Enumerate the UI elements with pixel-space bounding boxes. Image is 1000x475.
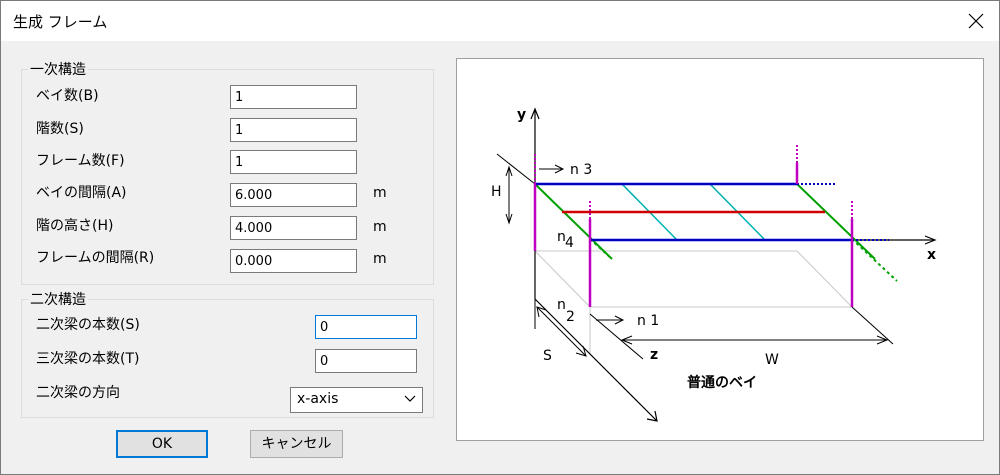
bay-spacing-unit: m xyxy=(373,185,387,201)
secondary-structure-legend: 二次構造 xyxy=(30,292,86,308)
chevron-down-icon xyxy=(404,395,416,402)
story-height-unit: m xyxy=(373,219,387,235)
frame-diagram-panel: y x z H S W n 1 n 3 n 4 n 2 普通のベイ xyxy=(456,58,984,441)
n1-label: n 1 xyxy=(637,313,659,329)
direction-select[interactable]: x-axis xyxy=(290,387,423,413)
column-ext xyxy=(534,144,853,219)
n3-label: n 3 xyxy=(570,162,592,178)
close-button[interactable] xyxy=(953,1,999,41)
y-axis-label: y xyxy=(517,107,526,123)
stories-input[interactable] xyxy=(230,118,357,142)
ok-button[interactable]: OK xyxy=(116,430,208,458)
bays-label: ベイ数(B) xyxy=(36,88,99,104)
frame-spacing-label: フレームの間隔(R) xyxy=(36,250,155,266)
tertiary-beams-input[interactable] xyxy=(315,349,417,373)
window-title: 生成 フレーム xyxy=(13,13,108,31)
n3-arrow xyxy=(539,164,565,174)
direction-label: 二次梁の方向 xyxy=(36,385,120,401)
bay-spacing-label: ベイの間隔(A) xyxy=(36,185,127,201)
secondary-beams-label: 二次梁の本数(S) xyxy=(36,317,140,333)
n4-subscript: 4 xyxy=(565,235,574,251)
w-label: W xyxy=(765,352,779,368)
title-bar: 生成 フレーム xyxy=(1,1,999,41)
n2-label: n xyxy=(557,297,566,313)
generate-frame-dialog: 生成 フレーム 一次構造 ベイ数(B) 階数(S) フレーム数(F) ベイの間隔… xyxy=(0,0,1000,475)
frame-spacing-input[interactable] xyxy=(230,249,357,273)
cancel-button[interactable]: キャンセル xyxy=(250,430,343,458)
frame-spacing-unit: m xyxy=(373,251,387,267)
n2-subscript: 2 xyxy=(566,309,575,325)
h-label: H xyxy=(491,184,502,200)
frames-label: フレーム数(F) xyxy=(36,153,125,169)
bay-diagram: y x z H S W n 1 n 3 n 4 n 2 普通のベイ xyxy=(491,107,937,422)
primary-structure-legend: 一次構造 xyxy=(30,62,86,78)
stories-label: 階数(S) xyxy=(36,121,84,137)
close-icon xyxy=(968,13,984,29)
z-axis-label: z xyxy=(650,347,658,363)
x-axis-label: x xyxy=(927,247,936,263)
direction-select-value: x-axis xyxy=(297,391,339,407)
bay-spacing-input[interactable] xyxy=(230,183,357,207)
story-height-input[interactable] xyxy=(230,216,357,240)
tertiary-beams-label: 三次梁の本数(T) xyxy=(36,351,140,367)
frames-input[interactable] xyxy=(230,150,357,174)
bays-input[interactable] xyxy=(230,85,357,109)
diagram-caption: 普通のベイ xyxy=(687,374,757,391)
w-dimension xyxy=(589,306,894,360)
secondary-beams-input[interactable] xyxy=(315,315,417,339)
frame-diagonals xyxy=(534,183,876,260)
story-height-label: 階の高さ(H) xyxy=(36,218,114,234)
h-dimension xyxy=(496,153,536,225)
s-label: S xyxy=(543,348,552,364)
reference-lines xyxy=(534,184,853,354)
